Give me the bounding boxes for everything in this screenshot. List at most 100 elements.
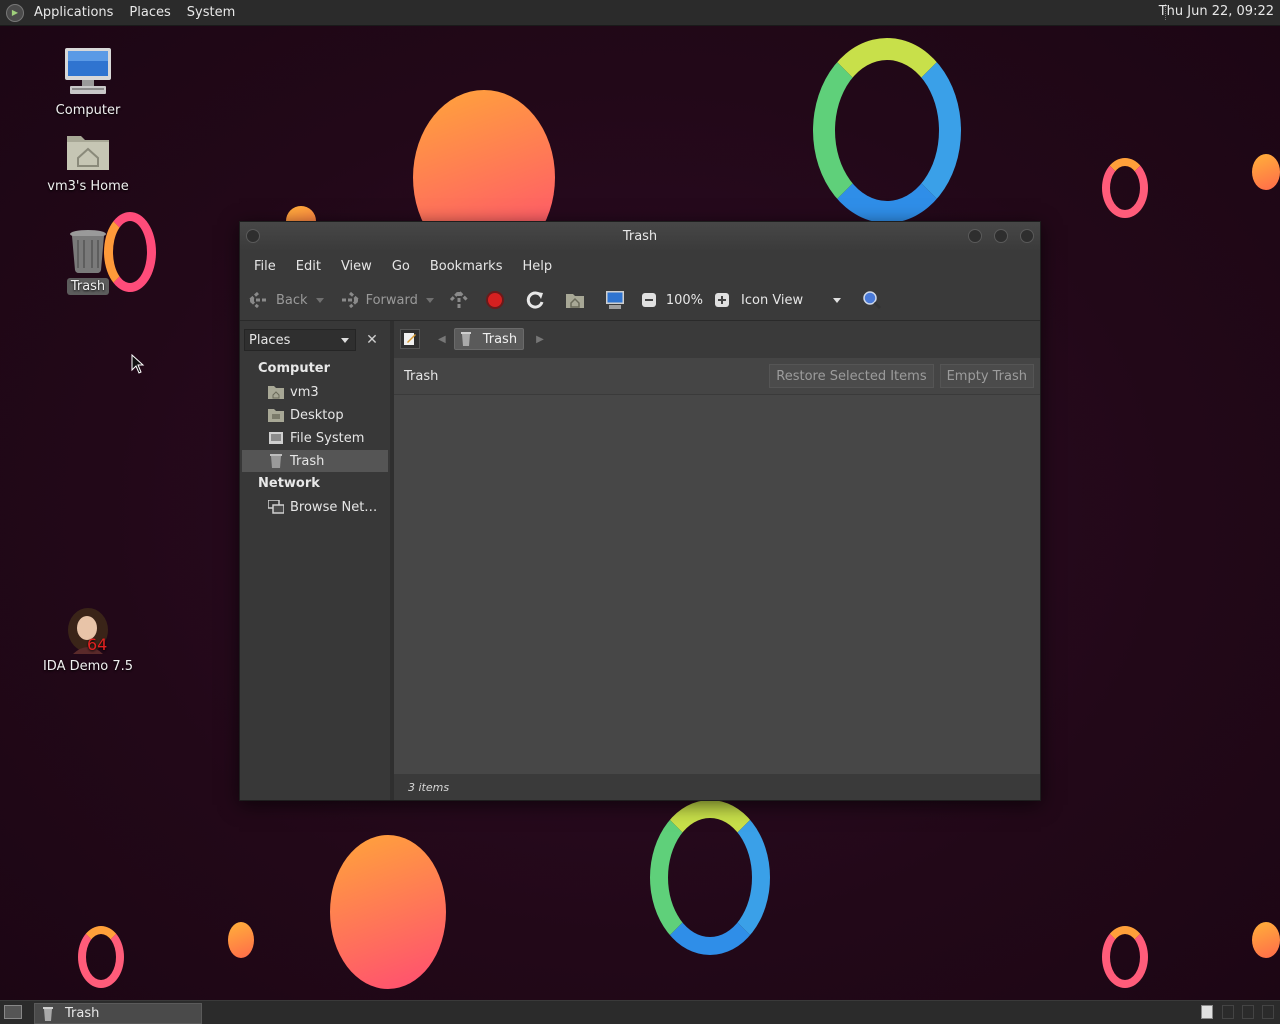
zoom-out-button[interactable] [638, 289, 660, 311]
top-panel: ▶ Applications Places System Thu Jun 22,… [0, 0, 1280, 26]
menu-help[interactable]: Help [512, 259, 562, 274]
view-mode-dropdown-icon[interactable] [833, 297, 842, 303]
reload-icon [524, 289, 546, 311]
sidebar-item-label: Browse Net… [290, 499, 378, 515]
decor-blob [1252, 922, 1280, 958]
places-menu[interactable]: Places [121, 5, 178, 20]
search-icon [861, 289, 883, 311]
decor-blob [228, 922, 254, 958]
minimize-button[interactable] [968, 229, 982, 243]
close-icon: ✕ [366, 332, 378, 348]
menu-bookmarks[interactable]: Bookmarks [420, 259, 513, 274]
network-icon [268, 500, 284, 514]
window-menu-button[interactable] [246, 229, 260, 243]
sidebar-item-file-system[interactable]: File System [242, 427, 388, 449]
menu-edit[interactable]: Edit [286, 259, 331, 274]
applications-menu[interactable]: Applications [26, 5, 121, 20]
decor-ring [650, 800, 770, 955]
trash-icon [460, 332, 471, 346]
workspace-1[interactable] [1201, 1005, 1213, 1019]
sidebar-item-label: vm3 [290, 384, 319, 400]
mate-logo-icon[interactable]: ▶ [6, 3, 24, 22]
close-button[interactable] [1020, 229, 1034, 243]
crumb-scroll-left-icon[interactable]: ◀ [438, 334, 446, 345]
back-label: Back [276, 292, 308, 308]
desktop-icon-ida[interactable]: 64 IDA Demo 7.5 [38, 608, 138, 675]
main-pane: ◀ Trash ▶ Trash Restore Selected Items E… [394, 321, 1040, 800]
arrow-up-icon [448, 289, 470, 311]
show-desktop-icon[interactable] [4, 1005, 22, 1019]
desktop-icon-computer[interactable]: Computer [38, 46, 138, 119]
decor-ring [1102, 926, 1148, 988]
sidebar-item-desktop[interactable]: Desktop [242, 404, 388, 426]
sidebar-type-select[interactable]: Places [244, 329, 356, 351]
edit-location-icon [404, 333, 416, 345]
desktop-icon-home[interactable]: vm3's Home [38, 128, 138, 195]
crumb-trash[interactable]: Trash [453, 328, 525, 350]
window-titlebar[interactable]: Trash [240, 222, 1040, 252]
clock[interactable]: Thu Jun 22, 09:22 [1159, 4, 1274, 19]
home-folder-icon [564, 289, 586, 311]
home-button[interactable] [564, 289, 586, 311]
home-folder-icon [65, 128, 111, 174]
restore-selected-button[interactable]: Restore Selected Items [769, 364, 934, 388]
back-button[interactable]: Back [248, 289, 308, 311]
forward-button[interactable]: Forward [338, 289, 418, 311]
workspace-3[interactable] [1242, 1005, 1254, 1019]
sidebar-item-trash[interactable]: Trash [242, 450, 388, 472]
desktop-icon-label: IDA Demo 7.5 [42, 659, 134, 674]
computer-icon [62, 46, 114, 98]
menu-go[interactable]: Go [382, 259, 420, 274]
toggle-location-button[interactable] [400, 329, 420, 349]
sidebar-heading-network: Network [258, 476, 320, 491]
search-button[interactable] [861, 289, 883, 311]
stop-icon [484, 289, 506, 311]
workspace-4[interactable] [1262, 1005, 1274, 1019]
empty-trash-button[interactable]: Empty Trash [939, 364, 1034, 388]
file-view[interactable] [394, 395, 1040, 774]
computer-button[interactable] [604, 289, 626, 311]
sidebar-item-label: File System [290, 430, 365, 446]
taskbar-item-label: Trash [65, 1006, 100, 1021]
trash-icon [67, 228, 109, 274]
zoom-in-button[interactable] [711, 289, 733, 311]
system-menu[interactable]: System [179, 5, 243, 20]
sidebar-item-vm3[interactable]: vm3 [242, 381, 388, 403]
sidebar-heading-computer: Computer [258, 361, 331, 376]
trash-infobar: Trash Restore Selected Items Empty Trash [394, 358, 1040, 395]
ida-portrait-icon: 64 [65, 608, 111, 654]
sidebar-type-label: Places [249, 332, 291, 348]
back-history-dropdown[interactable] [315, 297, 324, 303]
crumb-scroll-right-icon[interactable]: ▶ [536, 334, 544, 345]
taskbar-item-trash[interactable]: Trash [34, 1003, 202, 1024]
maximize-button[interactable] [994, 229, 1008, 243]
forward-label: Forward [365, 292, 418, 308]
zoom-in-icon [711, 289, 733, 311]
drive-icon [269, 432, 283, 444]
up-button[interactable] [448, 289, 470, 311]
window-title: Trash [622, 229, 658, 244]
zoom-level: 100% [665, 292, 704, 308]
sidebar-item-label: Desktop [290, 407, 344, 423]
desktop-folder-icon [268, 409, 284, 422]
close-sidebar-button[interactable]: ✕ [362, 329, 382, 351]
view-mode-select[interactable]: Icon View [741, 293, 831, 308]
sidebar-item-browse-network[interactable]: Browse Net… [242, 496, 388, 518]
trash-icon [270, 454, 282, 468]
status-text: 3 items [408, 780, 450, 794]
desktop-icon-label: vm3's Home [47, 179, 129, 194]
window-body: Places ✕ Computer vm3 Desktop File Syste… [240, 321, 1040, 800]
forward-history-dropdown[interactable] [425, 297, 434, 303]
trash-icon [43, 1006, 53, 1021]
workspace-2[interactable] [1222, 1005, 1234, 1019]
sidebar: Places ✕ Computer vm3 Desktop File Syste… [240, 321, 394, 800]
reload-button[interactable] [524, 289, 546, 311]
bottom-panel: Trash [0, 1000, 1280, 1024]
menu-view[interactable]: View [331, 259, 382, 274]
desktop-icon-label: Trash [66, 278, 110, 295]
stop-button[interactable] [484, 289, 506, 311]
desktop-icon-trash[interactable]: Trash [38, 228, 138, 295]
infobar-title: Trash [404, 368, 439, 384]
menu-file[interactable]: File [244, 259, 286, 274]
decor-ring [813, 38, 961, 223]
